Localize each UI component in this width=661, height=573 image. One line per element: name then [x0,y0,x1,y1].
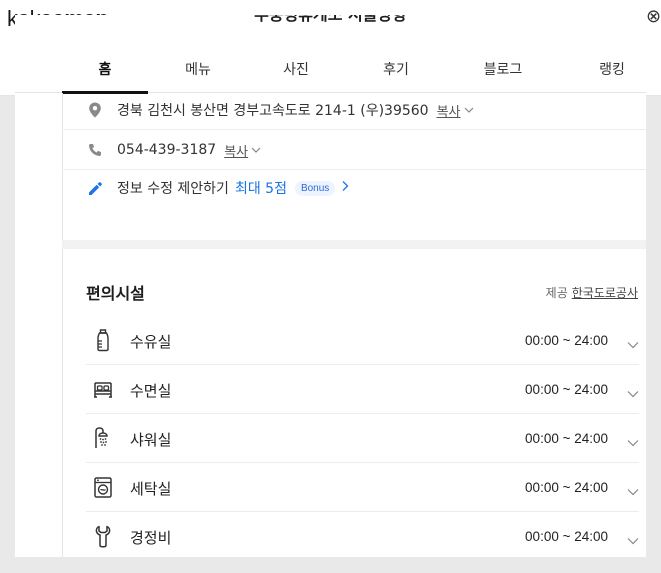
provider-label: 제공 [545,286,568,300]
tab-photos[interactable]: 사진 [261,47,331,93]
tab-reviews[interactable]: 후기 [361,47,431,93]
data-provider: 제공 한국도로공사 [546,284,638,301]
facility-row[interactable]: 샤워실 00:00 ~ 24:00 [86,414,639,463]
pencil-icon [87,180,103,196]
facility-hours: 00:00 ~ 24:00 [525,382,608,397]
facility-hours: 00:00 ~ 24:00 [525,480,608,495]
location-pin-icon [87,102,103,118]
facility-row[interactable]: 수면실 00:00 ~ 24:00 [86,365,639,414]
phone-icon [87,142,103,158]
facility-name: 수면실 [130,382,172,400]
facility-name: 세탁실 [130,480,172,498]
tab-home[interactable]: 홈 [62,47,148,93]
place-title-text: 추풍령휴게소 서울방향 [254,15,407,24]
chevron-down-icon[interactable] [627,432,639,451]
shower-icon [92,426,114,450]
facility-hours: 00:00 ~ 24:00 [525,333,608,348]
suggest-edit-text[interactable]: 정보 수정 제안하기 [117,178,229,198]
phone-number[interactable]: 054-439-3187 [117,142,216,158]
chevron-down-icon[interactable] [464,102,474,118]
phone-copy-button[interactable]: 복사 [224,141,248,160]
section-divider-band [62,240,646,249]
suggest-edit-row[interactable]: 정보 수정 제안하기 최대 5점 Bonus [87,176,349,200]
bottle-icon [92,328,114,352]
facility-row[interactable]: 경정비 00:00 ~ 24:00 [86,512,639,557]
max-points-link[interactable]: 최대 5점 [235,178,287,198]
address-text: 경북 김천시 봉산면 경부고속도로 214-1 (우)39560 [117,103,429,119]
wrench-icon [92,524,114,548]
row-divider [62,129,646,130]
facility-name: 수유실 [130,333,172,351]
chevron-down-icon[interactable] [251,142,261,158]
facility-row[interactable]: 수유실 00:00 ~ 24:00 [86,316,639,365]
place-title: 추풍령휴게소 서울방향 [15,15,646,47]
facility-hours: 00:00 ~ 24:00 [525,431,608,446]
close-icon[interactable]: ⊗ [646,6,661,27]
provider-link[interactable]: 한국도로공사 [572,286,638,300]
place-detail-panel: 추풍령휴게소 서울방향 홈 메뉴 사진 후기 블로그 랭킹 경북 김천시 봉산면… [15,15,646,557]
tab-menu[interactable]: 메뉴 [163,47,233,93]
facility-name: 경정비 [130,529,172,547]
tab-ranking[interactable]: 랭킹 [577,47,646,93]
tab-bar: 홈 메뉴 사진 후기 블로그 랭킹 [15,47,646,94]
panel-left-divider [62,93,63,557]
active-tab-indicator [62,91,148,94]
row-divider [62,169,646,170]
chevron-down-icon[interactable] [627,334,639,353]
chevron-right-icon[interactable] [341,180,349,196]
bed-icon [92,377,114,401]
facility-hours: 00:00 ~ 24:00 [525,529,608,544]
washing-machine-icon [92,475,114,499]
facility-name: 샤워실 [130,431,172,449]
chevron-down-icon[interactable] [627,383,639,402]
chevron-down-icon[interactable] [627,530,639,549]
address-row: 경북 김천시 봉산면 경부고속도로 214-1 (우)39560 복사 [87,98,474,122]
address-copy-button[interactable]: 복사 [437,101,461,120]
phone-row: 054-439-3187 복사 [87,138,261,162]
facility-row[interactable]: 세탁실 00:00 ~ 24:00 [86,463,639,512]
tab-blog[interactable]: 블로그 [468,47,538,93]
chevron-down-icon[interactable] [627,481,639,500]
bonus-badge: Bonus [294,180,336,196]
facilities-title: 편의시설 [86,284,145,303]
